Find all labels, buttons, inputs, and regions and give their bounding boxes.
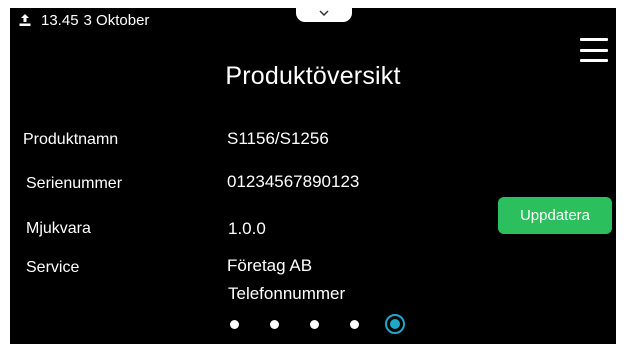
- status-time: 13.45: [41, 11, 79, 29]
- page-dot-1[interactable]: [230, 319, 239, 329]
- chevron-down-icon: [319, 10, 329, 16]
- status-bar: 13.45 3 Oktober: [18, 11, 149, 29]
- service-company-value: Företag AB: [227, 256, 313, 275]
- hamburger-menu-icon[interactable]: [580, 38, 608, 62]
- software-version-value: 1.0.0: [228, 219, 266, 238]
- serial-number-label: Serienummer: [26, 175, 123, 192]
- page-indicator: [230, 312, 405, 336]
- service-label: Service: [26, 259, 80, 276]
- page-dot-4[interactable]: [350, 319, 359, 329]
- page-dot-5-active[interactable]: [385, 314, 405, 334]
- product-name-value: S1156/S1256: [227, 129, 329, 148]
- update-button[interactable]: Uppdatera: [498, 197, 612, 234]
- serial-number-value: 01234567890123: [227, 172, 360, 191]
- pull-down-tab[interactable]: [296, 8, 352, 22]
- software-label: Mjukvara: [26, 220, 91, 237]
- status-date: 3 Oktober: [83, 11, 150, 29]
- product-name-label: Produktnamn: [23, 131, 119, 148]
- service-phone-value: Telefonnummer: [228, 284, 346, 303]
- page-dot-3[interactable]: [310, 319, 319, 329]
- upload-icon: [18, 13, 32, 27]
- page-title: Produktöversikt: [225, 62, 401, 90]
- page-dot-2[interactable]: [270, 319, 279, 329]
- product-overview-screen: 13.45 3 Oktober Produktöversikt Produktn…: [10, 8, 616, 344]
